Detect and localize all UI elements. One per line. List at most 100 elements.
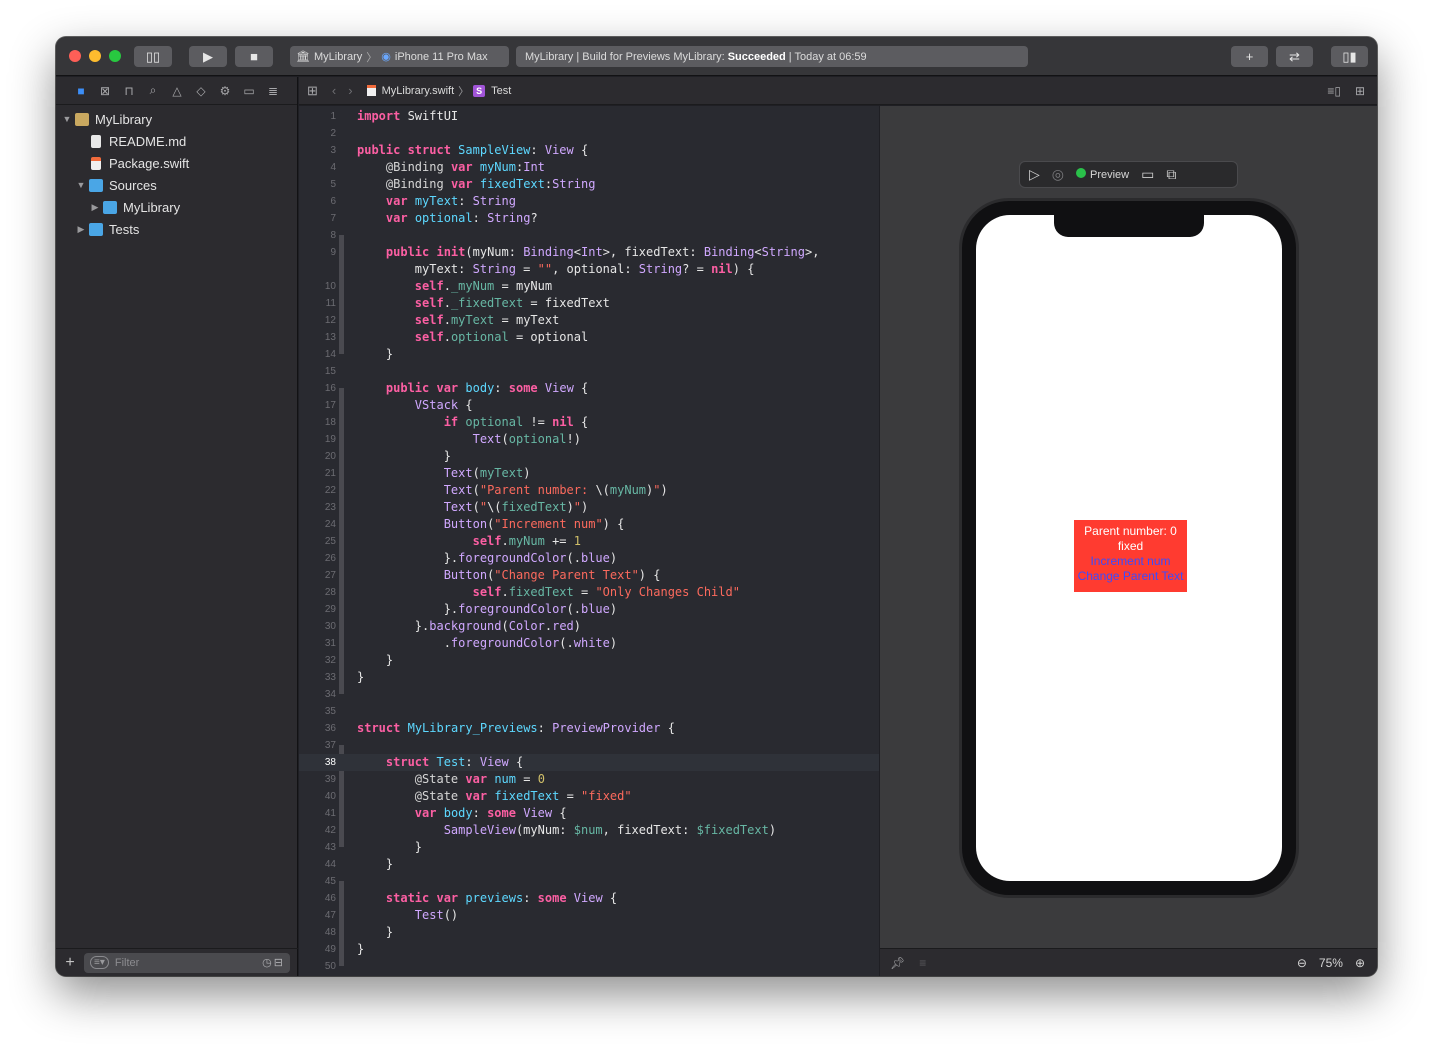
stop-button[interactable]: ■ — [235, 46, 273, 67]
code-line[interactable]: 10 self._myNum = myNum — [299, 278, 879, 295]
report-icon[interactable]: ≣ — [265, 83, 281, 99]
code-line[interactable]: 9 public init(myNum: Binding<Int>, fixed… — [299, 244, 879, 261]
code-line[interactable]: 18 if optional != nil { — [299, 414, 879, 431]
breadcrumb-symbol[interactable]: Test — [491, 85, 511, 97]
code-line[interactable]: 25 self.myNum += 1 — [299, 533, 879, 550]
device-preview-icon[interactable]: ▭ — [1141, 166, 1154, 183]
library-button[interactable]: + — [1231, 46, 1268, 67]
navigator-item[interactable]: README.md — [56, 130, 297, 152]
code-line[interactable]: 33} — [299, 669, 879, 686]
close-window-button[interactable] — [69, 50, 81, 62]
code-line[interactable]: 24 Button("Increment num") { — [299, 516, 879, 533]
duplicate-preview-icon[interactable]: ⧉ — [1166, 166, 1176, 183]
code-line[interactable]: 49} — [299, 941, 879, 958]
code-line[interactable]: 1 import SwiftUI — [299, 108, 879, 125]
inspect-icon[interactable]: ◎ — [1052, 166, 1064, 183]
code-line[interactable]: 30 }.background(Color.red) — [299, 618, 879, 635]
warning-icon[interactable]: △ — [169, 83, 185, 99]
add-editor-icon[interactable]: ⊞ — [1355, 84, 1365, 98]
test-diamond-icon[interactable]: ◇ — [193, 83, 209, 99]
code-line[interactable]: 5 @Binding var fixedText:String — [299, 176, 879, 193]
recent-files-icon[interactable]: ◷⊟ — [262, 956, 285, 969]
code-line[interactable]: 39 @State var num = 0 — [299, 771, 879, 788]
code-line[interactable]: 27 Button("Change Parent Text") { — [299, 567, 879, 584]
live-preview-icon[interactable]: ▷ — [1029, 166, 1040, 183]
code-line[interactable]: 6 var myText: String — [299, 193, 879, 210]
zoom-in-icon[interactable]: ⊕ — [1355, 956, 1365, 970]
code-line[interactable]: 44 } — [299, 856, 879, 873]
disclosure-triangle-icon[interactable]: ▶ — [76, 224, 86, 235]
disclosure-triangle-icon[interactable]: ▼ — [62, 114, 72, 124]
code-line[interactable]: 26 }.foregroundColor(.blue) — [299, 550, 879, 567]
code-line[interactable]: 21 Text(myText) — [299, 465, 879, 482]
editor-options-icon[interactable]: ≡▯ — [1327, 84, 1341, 98]
code-line[interactable]: 7 var optional: String? — [299, 210, 879, 227]
code-editor[interactable]: 1 import SwiftUI 2 3 public struct SampleVie… — [299, 106, 879, 976]
forward-arrow-icon[interactable]: › — [348, 83, 352, 98]
back-arrow-icon[interactable]: ‹ — [332, 83, 336, 98]
code-line[interactable]: 11 self._fixedText = fixedText — [299, 295, 879, 312]
code-line[interactable]: 40 @State var fixedText = "fixed" — [299, 788, 879, 805]
code-line[interactable]: 2 — [299, 125, 879, 142]
filter-field[interactable]: ≡▾ Filter ◷⊟ — [84, 952, 290, 973]
code-line[interactable]: 43 } — [299, 839, 879, 856]
navigator-item[interactable]: ▶ MyLibrary — [56, 196, 297, 218]
code-line[interactable]: 15 — [299, 363, 879, 380]
code-line[interactable]: 48 } — [299, 924, 879, 941]
toggle-navigator-button[interactable]: ▯▯ — [134, 46, 172, 67]
code-line[interactable]: 37 — [299, 737, 879, 754]
navigator-item[interactable]: ▼ MyLibrary — [56, 108, 297, 130]
code-line[interactable]: 8 — [299, 227, 879, 244]
code-line[interactable]: 12 self.myText = myText — [299, 312, 879, 329]
zoom-window-button[interactable] — [109, 50, 121, 62]
change-parent-text-button[interactable]: Change Parent Text — [1074, 569, 1187, 584]
breadcrumb[interactable]: MyLibrary.swift 〉 S Test — [366, 83, 511, 99]
code-line[interactable]: myText: String = "", optional: String? =… — [299, 261, 879, 278]
code-line[interactable]: 23 Text("\(fixedText)") — [299, 499, 879, 516]
code-line[interactable]: 3 public struct SampleView: View { — [299, 142, 879, 159]
pin-icon[interactable]: 📌︎ — [890, 956, 905, 970]
navigator-item[interactable]: Package.swift — [56, 152, 297, 174]
code-line[interactable]: 13 self.optional = optional — [299, 329, 879, 346]
code-line[interactable]: 46 static var previews: some View { — [299, 890, 879, 907]
add-file-button[interactable]: + — [56, 954, 84, 972]
code-line[interactable]: 29 }.foregroundColor(.blue) — [299, 601, 879, 618]
code-line[interactable]: 45 — [299, 873, 879, 890]
breakpoint-icon[interactable]: ▭ — [241, 83, 257, 99]
find-icon[interactable]: ⌕ — [145, 83, 161, 99]
navigator-item[interactable]: ▼ Sources — [56, 174, 297, 196]
disclosure-triangle-icon[interactable]: ▼ — [76, 180, 86, 190]
code-line[interactable]: 14 } — [299, 346, 879, 363]
code-line[interactable]: 17 VStack { — [299, 397, 879, 414]
code-line[interactable]: 28 self.fixedText = "Only Changes Child" — [299, 584, 879, 601]
code-line[interactable]: 47 Test() — [299, 907, 879, 924]
toggle-inspector-button[interactable]: ▯▮ — [1331, 46, 1368, 67]
debug-icon[interactable]: ⚙ — [217, 83, 233, 99]
preview-list-icon[interactable]: ≡ — [919, 956, 926, 970]
code-review-button[interactable]: ⇄ — [1276, 46, 1313, 67]
code-line[interactable]: 42 SampleView(myNum: $num, fixedText: $f… — [299, 822, 879, 839]
code-line[interactable]: 16 public var body: some View { — [299, 380, 879, 397]
source-control-icon[interactable]: ⊠ — [97, 83, 113, 99]
run-button[interactable]: ▶ — [189, 46, 227, 67]
code-line[interactable]: 36 struct MyLibrary_Previews: PreviewProv… — [299, 720, 879, 737]
code-line[interactable]: 38 struct Test: View { — [299, 754, 879, 771]
code-line[interactable]: 34 — [299, 686, 879, 703]
code-line[interactable]: 32 } — [299, 652, 879, 669]
zoom-out-icon[interactable]: ⊖ — [1297, 956, 1307, 970]
increment-num-button[interactable]: Increment num — [1074, 554, 1187, 569]
code-line[interactable]: 20 } — [299, 448, 879, 465]
code-line[interactable]: 35 — [299, 703, 879, 720]
breadcrumb-file[interactable]: MyLibrary.swift — [382, 85, 455, 97]
code-line[interactable]: 31 .foregroundColor(.white) — [299, 635, 879, 652]
minimize-window-button[interactable] — [89, 50, 101, 62]
symbol-hierarchy-icon[interactable]: ⊓ — [121, 83, 137, 99]
code-line[interactable]: 41 var body: some View { — [299, 805, 879, 822]
related-items-icon[interactable]: ⊞ — [307, 83, 318, 99]
navigator-item[interactable]: ▶ Tests — [56, 218, 297, 240]
code-line[interactable]: 19 Text(optional!) — [299, 431, 879, 448]
code-line[interactable]: 4 @Binding var myNum:Int — [299, 159, 879, 176]
code-line[interactable]: 50 — [299, 958, 879, 975]
folder-icon[interactable]: ■ — [73, 83, 89, 99]
scheme-selector[interactable]: 🏛 MyLibrary 〉 ◉ iPhone 11 Pro Max — [290, 46, 509, 67]
